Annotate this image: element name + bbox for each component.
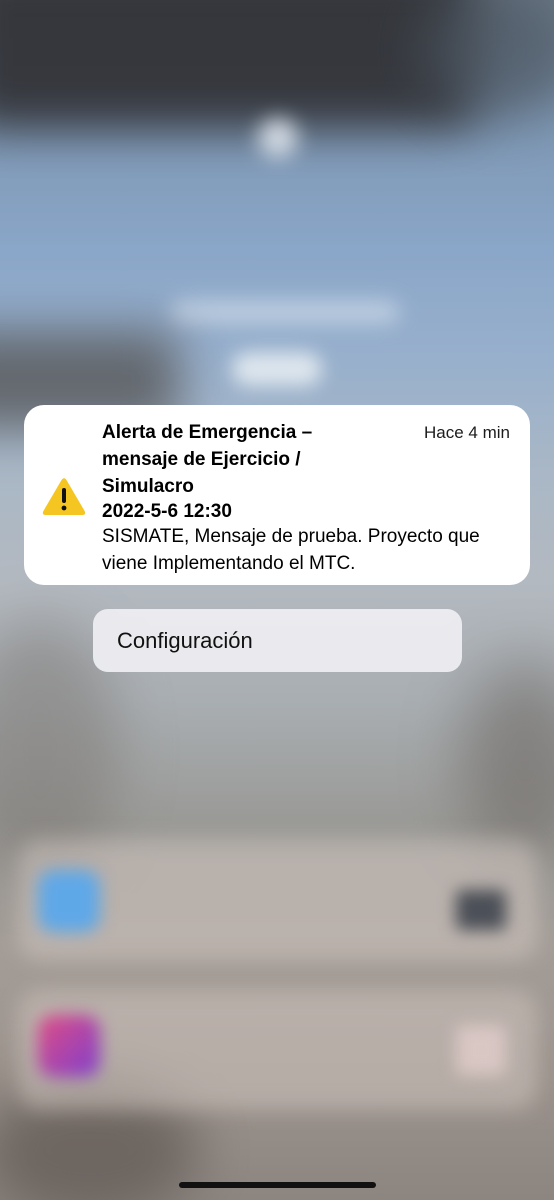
wallpaper-blur [460,660,554,860]
notification-datetime: 2022-5-6 12:30 [102,501,232,522]
emergency-alert-notification[interactable]: Alerta de Emergencia – mensaje de Ejerci… [24,405,530,585]
app-icon [38,1015,100,1077]
notification-timestamp: Hace 4 min [424,423,510,442]
notification-thumbnail [456,1025,506,1075]
wallpaper-blur [170,300,400,324]
lock-screen: Alerta de Emergencia – mensaje de Ejerci… [0,0,554,1200]
wallpaper-blur [232,352,322,386]
notification-thumbnail [456,890,506,930]
settings-menu-label: Configuración [117,628,253,653]
lock-icon [258,118,298,158]
warning-icon [42,478,86,515]
wallpaper-blur [0,0,480,130]
notification-body: SISMATE, Mensaje de prueba. Proyecto que… [102,526,480,574]
settings-menu-button[interactable]: Configuración [93,609,462,672]
home-indicator[interactable] [179,1182,376,1188]
notification-title: Alerta de Emergencia – mensaje de Ejerci… [102,422,313,497]
app-icon [38,870,100,932]
